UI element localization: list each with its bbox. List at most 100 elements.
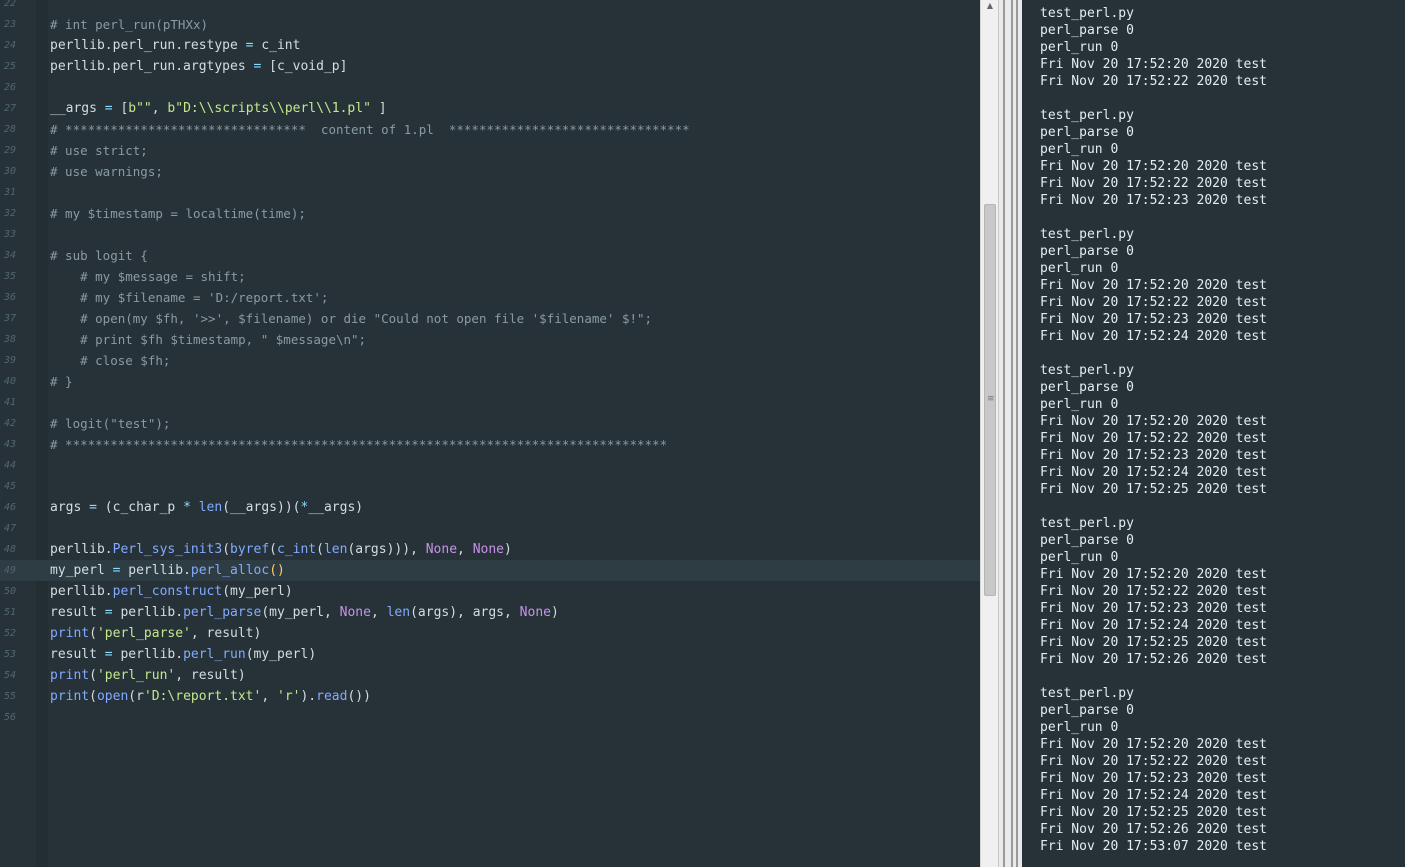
code-line[interactable]: 50 perllib.perl_construct(my_perl) [0,581,980,602]
output-lines: test_perl.py perl_parse 0 perl_run 0 Fri No… [1040,5,1267,855]
active-code-line[interactable]: 49 my_perl = perllib.perl_alloc() [0,560,980,581]
code-token: (args), args, [410,605,520,620]
code-line[interactable]: 39 # close $fh; [0,350,980,371]
code-line[interactable]: 46 args = (c_char_p * len(__args))(*__arg… [0,497,980,518]
code-line[interactable]: 26 [0,77,980,98]
line-number: 39 [3,355,16,366]
code-text: result = perllib.perl_run(my_perl) [50,644,316,665]
line-number: 42 [3,418,16,429]
code-line[interactable]: 42 # logit("test"); [0,413,980,434]
code-token: result [50,647,105,662]
code-line[interactable]: 38 # print $fh $timestamp, " $message\n"… [0,329,980,350]
line-number: 35 [3,271,16,282]
grip-icon: ≡ [987,394,995,404]
code-text: perllib.perl_construct(my_perl) [50,581,293,602]
output-line: Fri Nov 20 17:52:20 2020 test [1040,57,1267,72]
output-line: Fri Nov 20 17:52:22 2020 test [1040,754,1267,769]
code-token: None [339,605,371,620]
code-line[interactable]: 54 print('perl_run', result) [0,665,980,686]
code-line[interactable]: 47 [0,518,980,539]
code-token: ( [269,542,277,557]
code-line[interactable]: 28 # ******************************** con… [0,119,980,140]
line-number: 36 [3,292,16,303]
pane-splitter[interactable] [998,0,1023,867]
editor-vertical-scrollbar[interactable]: ▲ ≡ [980,0,999,867]
code-token: perllib. [120,563,191,578]
output-line: Fri Nov 20 17:52:24 2020 test [1040,788,1267,803]
output-line: perl_run 0 [1040,720,1119,735]
code-line[interactable]: 41 [0,392,980,413]
code-line[interactable]: 29 # use strict; [0,140,980,161]
code-line[interactable]: 48 perllib.Perl_sys_init3(byref(c_int(len… [0,539,980,560]
code-line[interactable]: 33 [0,224,980,245]
code-line[interactable]: 31 [0,182,980,203]
code-line[interactable]: 27 __args = [b"", b"D:\\scripts\\perl\\1.… [0,98,980,119]
code-line[interactable]: 25 perllib.perl_run.argtypes = [c_void_p] [0,56,980,77]
output-line: test_perl.py [1040,227,1134,242]
code-text: my_perl = perllib.perl_alloc() [50,560,285,581]
output-line: perl_parse 0 [1040,125,1134,140]
output-line: Fri Nov 20 17:52:22 2020 test [1040,176,1267,191]
code-token: (c_char_p [96,500,184,515]
output-console[interactable]: test_perl.py perl_parse 0 perl_run 0 Fri No… [1022,0,1405,867]
output-line: Fri Nov 20 17:52:26 2020 test [1040,652,1267,667]
output-line: Fri Nov 20 17:52:22 2020 test [1040,584,1267,599]
code-line[interactable]: 22 [0,0,980,14]
code-line[interactable]: 45 [0,476,980,497]
code-line[interactable]: 35 # my $message = shift; [0,266,980,287]
code-line[interactable]: 40 # } [0,371,980,392]
code-line[interactable]: 34 # sub logit { [0,245,980,266]
code-text: # sub logit { [50,245,148,267]
output-line: perl_run 0 [1040,40,1119,55]
code-token: * [183,500,191,515]
code-token: , [457,542,473,557]
line-number: 38 [3,334,16,345]
code-text: args = (c_char_p * len(__args))(*__args) [50,497,363,518]
output-line: Fri Nov 20 17:52:23 2020 test [1040,601,1267,616]
code-token: () [269,563,285,578]
code-token: 'perl_run' [96,668,176,683]
code-text: # ******************************** conte… [50,119,690,141]
code-line[interactable]: 51 result = perllib.perl_parse(my_perl, N… [0,602,980,623]
code-token: print [50,626,90,641]
code-line[interactable]: 43 # ************************************… [0,434,980,455]
line-number: 52 [3,628,16,639]
output-line: perl_run 0 [1040,142,1119,157]
code-token: # use warnings; [50,164,163,179]
code-token: perl_construct [112,584,223,599]
output-line: Fri Nov 20 17:52:23 2020 test [1040,312,1267,327]
code-text: # int perl_run(pTHXx) [50,14,208,36]
code-token: # print $fh $timestamp, " $message\n"; [50,332,367,347]
code-line[interactable]: 37 # open(my $fh, '>>', $filename) or di… [0,308,980,329]
scroll-up-arrow-icon[interactable]: ▲ [981,0,999,12]
code-line[interactable]: 32 # my $timestamp = localtime(time); [0,203,980,224]
code-token: # my $filename = 'D:/report.txt'; [50,290,329,305]
code-line[interactable]: 44 [0,455,980,476]
code-token: c_int [253,38,301,53]
code-token: args [50,500,90,515]
code-line[interactable]: 36 # my $filename = 'D:/report.txt'; [0,287,980,308]
output-line: perl_run 0 [1040,550,1119,565]
code-line[interactable]: 52 print('perl_parse', result) [0,623,980,644]
code-token: (args))), [347,542,426,557]
code-token: = [89,500,97,515]
code-token: c_int [277,542,317,557]
code-lines[interactable]: 22 23 # int perl_run(pTHXx) 24 perllib.perl_… [0,0,980,728]
line-number: 33 [3,229,16,240]
line-number: 48 [3,544,16,555]
code-token: None [425,542,458,557]
code-line[interactable]: 30 # use warnings; [0,161,980,182]
output-line: Fri Nov 20 17:52:20 2020 test [1040,737,1267,752]
code-line[interactable]: 53 result = perllib.perl_run(my_perl) [0,644,980,665]
code-editor[interactable]: 22 23 # int perl_run(pTHXx) 24 perllib.perl_… [0,0,980,867]
code-token: b"" [128,101,152,116]
code-line[interactable]: 56 [0,707,980,728]
scrollbar-thumb[interactable]: ≡ [984,204,996,596]
code-line[interactable]: 23 # int perl_run(pTHXx) [0,14,980,35]
code-line[interactable]: 55 print(open(r'D:\report.txt', 'r').read… [0,686,980,707]
output-line: Fri Nov 20 17:52:26 2020 test [1040,822,1267,837]
output-line: Fri Nov 20 17:53:07 2020 test [1040,839,1267,854]
code-token: , [261,689,277,704]
code-line[interactable]: 24 perllib.perl_run.restype = c_int [0,35,980,56]
line-number: 26 [3,82,16,93]
